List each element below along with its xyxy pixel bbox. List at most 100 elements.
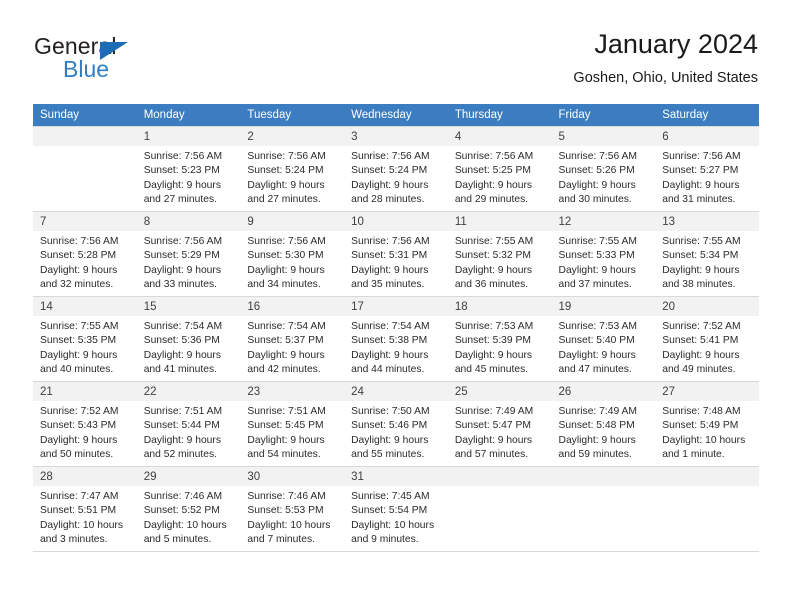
day-detail-line: Daylight: 9 hours: [40, 349, 118, 361]
calendar-day-cell[interactable]: 26 Sunrise: 7:49 AM Sunset: 5:48 PM Dayligh…: [551, 381, 656, 467]
day-detail-line: Sunrise: 7:56 AM: [143, 236, 223, 247]
day-detail-line: Sunrise: 7:56 AM: [558, 151, 637, 162]
calendar-day-cell[interactable]: 12 Sunrise: 7:55 AM Sunset: 5:33 PM Dayligh…: [551, 211, 656, 297]
day-details: Sunrise: 7:56 AM Sunset: 5:26 PM Daylight:…: [552, 146, 656, 208]
day-number: 20: [655, 297, 759, 316]
calendar-day-cell[interactable]: 20 Sunrise: 7:52 AM Sunset: 5:41 PM Dayligh…: [655, 296, 759, 382]
day-details: Sunrise: 7:49 AM Sunset: 5:48 PM Daylight:…: [552, 401, 656, 463]
day-detail-line: and 38 minutes.: [662, 279, 736, 291]
calendar-day-cell[interactable]: 15 Sunrise: 7:54 AM Sunset: 5:36 PM Dayligh…: [136, 296, 241, 382]
calendar-day-cell[interactable]: 31 Sunrise: 7:45 AM Sunset: 5:54 PM Dayligh…: [344, 466, 448, 552]
day-detail-line: Sunset: 5:28 PM: [40, 250, 117, 262]
day-detail-line: Sunset: 5:38 PM: [351, 335, 428, 347]
day-detail-line: Daylight: 9 hours: [558, 179, 636, 191]
calendar-day-cell[interactable]: 24 Sunrise: 7:50 AM Sunset: 5:46 PM Dayligh…: [344, 381, 448, 467]
day-detail-line: Sunset: 5:24 PM: [247, 165, 324, 177]
day-number: 19: [551, 297, 656, 316]
day-detail-line: Daylight: 9 hours: [351, 349, 429, 361]
day-detail-line: Sunrise: 7:56 AM: [247, 236, 326, 247]
calendar-day-cell[interactable]: 13 Sunrise: 7:55 AM Sunset: 5:34 PM Dayligh…: [655, 211, 759, 297]
calendar-day-cell[interactable]: 14 Sunrise: 7:55 AM Sunset: 5:35 PM Dayligh…: [33, 296, 137, 382]
day-number: 12: [551, 212, 656, 231]
day-detail-line: Sunrise: 7:53 AM: [454, 321, 534, 332]
day-detail-line: Daylight: 9 hours: [351, 179, 429, 191]
day-details: Sunrise: 7:56 AM Sunset: 5:31 PM Daylight:…: [344, 231, 448, 293]
day-detail-line: and 33 minutes.: [143, 279, 217, 291]
calendar-day-cell[interactable]: 28 Sunrise: 7:47 AM Sunset: 5:51 PM Dayligh…: [33, 466, 137, 552]
day-number: 25: [447, 382, 552, 401]
day-number: 16: [240, 297, 345, 316]
weekday-header: Sunday Monday Tuesday Wednesday Thursday Frid…: [33, 104, 759, 127]
calendar-day-cell[interactable]: 7 Sunrise: 7:56 AM Sunset: 5:28 PM Daylight…: [33, 211, 137, 297]
day-number: 30: [240, 467, 345, 486]
calendar-day-cell[interactable]: 11 Sunrise: 7:55 AM Sunset: 5:32 PM Dayligh…: [447, 211, 552, 297]
day-detail-line: Sunset: 5:29 PM: [143, 250, 220, 262]
day-details: Sunrise: 7:46 AM Sunset: 5:53 PM Daylight:…: [240, 486, 344, 548]
day-detail-line: Sunset: 5:44 PM: [143, 420, 220, 432]
calendar-day-cell[interactable]: 27 Sunrise: 7:48 AM Sunset: 5:49 PM Dayligh…: [655, 381, 759, 467]
day-detail-line: Daylight: 9 hours: [662, 264, 740, 276]
day-detail-line: Sunset: 5:27 PM: [662, 165, 739, 177]
day-number: 4: [447, 127, 552, 146]
day-detail-line: Sunrise: 7:46 AM: [143, 491, 223, 502]
day-detail-line: Sunset: 5:41 PM: [662, 335, 739, 347]
calendar-day-cell[interactable]: 5 Sunrise: 7:56 AM Sunset: 5:26 PM Daylight…: [551, 126, 656, 212]
calendar-day-cell[interactable]: 8 Sunrise: 7:56 AM Sunset: 5:29 PM Daylight…: [136, 211, 241, 297]
day-details: Sunrise: 7:46 AM Sunset: 5:52 PM Daylight:…: [137, 486, 241, 548]
day-details: Sunrise: 7:56 AM Sunset: 5:24 PM Daylight:…: [344, 146, 448, 208]
calendar-day-cell[interactable]: 10 Sunrise: 7:56 AM Sunset: 5:31 PM Dayligh…: [344, 211, 448, 297]
day-details: Sunrise: 7:52 AM Sunset: 5:41 PM Daylight:…: [655, 316, 759, 378]
day-detail-line: Sunrise: 7:55 AM: [40, 321, 119, 332]
calendar-day-cell[interactable]: 3 Sunrise: 7:56 AM Sunset: 5:24 PM Daylight…: [344, 126, 448, 212]
calendar-day-cell[interactable]: 2 Sunrise: 7:56 AM Sunset: 5:24 PM Daylight…: [240, 126, 345, 212]
day-detail-line: and 5 minutes.: [143, 534, 212, 546]
day-detail-line: Sunset: 5:23 PM: [143, 165, 220, 177]
calendar-table: Sunday Monday Tuesday Wednesday Thursday Frid…: [33, 104, 759, 552]
day-details: Sunrise: 7:56 AM Sunset: 5:27 PM Daylight:…: [655, 146, 759, 208]
day-detail-line: Sunset: 5:40 PM: [558, 335, 635, 347]
general-blue-logo: General Blue: [34, 34, 214, 92]
calendar-day-cell[interactable]: 4 Sunrise: 7:56 AM Sunset: 5:25 PM Daylight…: [447, 126, 552, 212]
calendar-day-cell[interactable]: 17 Sunrise: 7:54 AM Sunset: 5:38 PM Dayligh…: [344, 296, 448, 382]
calendar-day-cell[interactable]: 1 Sunrise: 7:56 AM Sunset: 5:23 PM Daylight…: [136, 126, 241, 212]
calendar-day-cell[interactable]: 9 Sunrise: 7:56 AM Sunset: 5:30 PM Daylight…: [240, 211, 345, 297]
day-detail-line: Sunrise: 7:46 AM: [247, 491, 326, 502]
day-number: 6: [655, 127, 759, 146]
calendar-day-cell[interactable]: 29 Sunrise: 7:46 AM Sunset: 5:52 PM Dayligh…: [136, 466, 241, 552]
day-number-placeholder: [33, 127, 137, 146]
day-detail-line: and 27 minutes.: [143, 194, 217, 206]
day-detail-line: Sunset: 5:46 PM: [351, 420, 428, 432]
calendar-day-cell[interactable]: 30 Sunrise: 7:46 AM Sunset: 5:53 PM Dayligh…: [240, 466, 345, 552]
day-detail-line: Daylight: 9 hours: [143, 179, 221, 191]
weekday-header-friday: Friday: [551, 104, 656, 127]
calendar-day-cell[interactable]: 18 Sunrise: 7:53 AM Sunset: 5:39 PM Dayligh…: [447, 296, 552, 382]
weekday-header-wednesday: Wednesday: [344, 104, 448, 127]
weekday-header-tuesday: Tuesday: [240, 104, 345, 127]
day-detail-line: Daylight: 9 hours: [40, 434, 118, 446]
day-details: Sunrise: 7:54 AM Sunset: 5:37 PM Daylight:…: [240, 316, 344, 378]
calendar-day-cell[interactable]: 6 Sunrise: 7:56 AM Sunset: 5:27 PM Daylight…: [655, 126, 759, 212]
day-detail-line: Sunset: 5:33 PM: [558, 250, 635, 262]
day-detail-line: Sunrise: 7:55 AM: [454, 236, 534, 247]
day-detail-line: Sunset: 5:47 PM: [454, 420, 531, 432]
day-detail-line: Sunset: 5:31 PM: [351, 250, 428, 262]
calendar-day-cell[interactable]: 25 Sunrise: 7:49 AM Sunset: 5:47 PM Dayligh…: [447, 381, 552, 467]
day-detail-line: and 59 minutes.: [558, 449, 632, 461]
calendar-day-cell[interactable]: 19 Sunrise: 7:53 AM Sunset: 5:40 PM Dayligh…: [551, 296, 656, 382]
calendar-day-cell[interactable]: 21 Sunrise: 7:52 AM Sunset: 5:43 PM Dayligh…: [33, 381, 137, 467]
day-detail-line: and 54 minutes.: [247, 449, 321, 461]
day-details: Sunrise: 7:56 AM Sunset: 5:24 PM Daylight:…: [240, 146, 344, 208]
day-detail-line: Daylight: 10 hours: [40, 519, 123, 531]
day-detail-line: Sunset: 5:51 PM: [40, 505, 117, 517]
day-detail-line: and 28 minutes.: [351, 194, 425, 206]
day-detail-line: and 36 minutes.: [454, 279, 529, 291]
day-detail-line: Sunset: 5:37 PM: [247, 335, 324, 347]
calendar-day-cell[interactable]: 16 Sunrise: 7:54 AM Sunset: 5:37 PM Dayligh…: [240, 296, 345, 382]
day-details: Sunrise: 7:54 AM Sunset: 5:38 PM Daylight:…: [344, 316, 448, 378]
day-number: 31: [344, 467, 448, 486]
weekday-header-monday: Monday: [136, 104, 241, 127]
day-detail-line: Sunset: 5:24 PM: [351, 165, 428, 177]
calendar-day-cell[interactable]: 22 Sunrise: 7:51 AM Sunset: 5:44 PM Dayligh…: [136, 381, 241, 467]
calendar-day-cell[interactable]: 23 Sunrise: 7:51 AM Sunset: 5:45 PM Dayligh…: [240, 381, 345, 467]
calendar-week-row: 7 Sunrise: 7:56 AM Sunset: 5:28 PM Daylight…: [33, 211, 759, 297]
